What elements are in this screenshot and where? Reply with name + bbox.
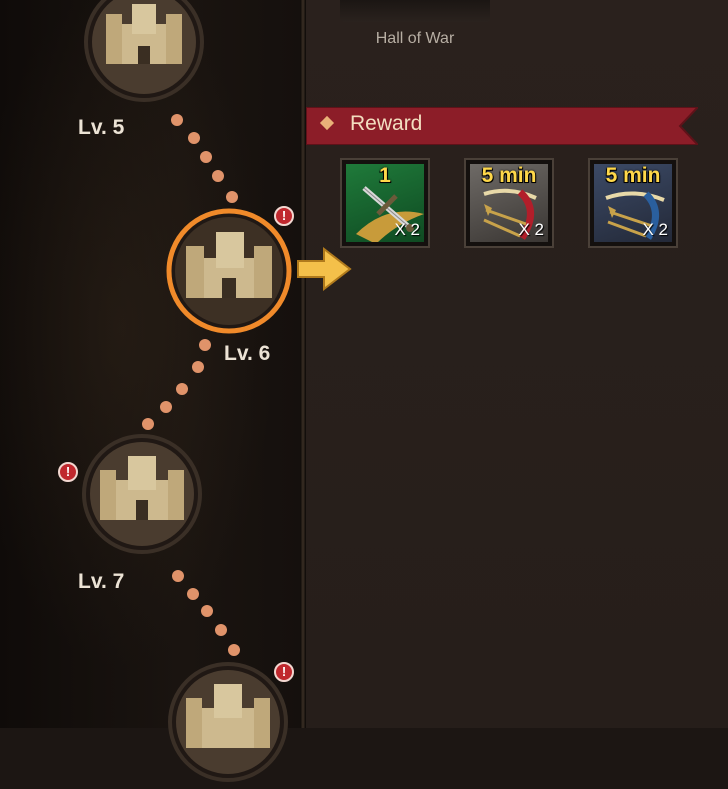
reward-item-bow[interactable]: 5 min X 2 — [464, 158, 554, 248]
building-image-frame — [340, 0, 490, 22]
level-node-8[interactable] — [166, 660, 290, 789]
reward-item-sword[interactable]: 1 X 2 — [340, 158, 430, 248]
level-label: Lv. 7 — [78, 570, 125, 593]
item-count: X 2 — [394, 220, 420, 239]
item-amount: 1 — [379, 164, 391, 187]
building-name: Hall of War — [375, 30, 455, 47]
level-label: Lv. 6 — [224, 342, 271, 365]
item-count: X 2 — [518, 220, 544, 239]
level-node-5[interactable] — [82, 0, 206, 109]
item-duration: 5 min — [605, 164, 661, 187]
alert-icon: ! — [274, 206, 294, 226]
arrow-right-icon — [297, 247, 352, 291]
item-duration: 5 min — [481, 164, 537, 187]
alert-icon: ! — [274, 662, 294, 682]
level-label: Lv. 5 — [78, 116, 125, 139]
reward-item-crossbow[interactable]: 5 min X 2 — [588, 158, 678, 248]
reward-title: Reward — [350, 112, 423, 135]
level-node-6[interactable] — [164, 206, 294, 341]
item-count: X 2 — [642, 220, 668, 239]
alert-icon: ! — [58, 462, 78, 482]
level-node-7[interactable] — [80, 432, 204, 561]
